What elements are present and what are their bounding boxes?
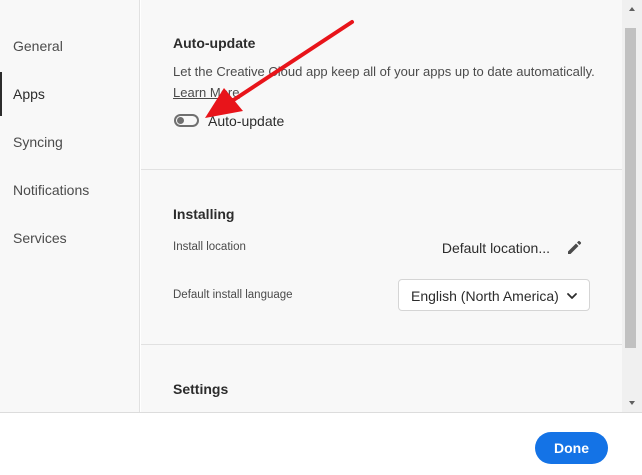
scrollbar-thumb[interactable] xyxy=(625,28,636,348)
install-location-label: Install location xyxy=(173,241,246,253)
sidebar-item-syncing[interactable]: Syncing xyxy=(0,120,139,164)
edit-location-button[interactable] xyxy=(564,237,584,257)
sidebar-item-label: General xyxy=(13,38,63,54)
install-language-dropdown[interactable]: English (North America) xyxy=(398,279,590,311)
sidebar-item-label: Notifications xyxy=(13,182,90,198)
installing-title: Installing xyxy=(173,206,235,222)
install-location-value: Default location... xyxy=(441,240,550,256)
auto-update-title: Auto-update xyxy=(173,35,256,51)
sidebar-nav: General Apps Syncing Notifications Servi… xyxy=(0,0,140,412)
install-language-value: English (North America) xyxy=(411,288,559,304)
sidebar-item-label: Apps xyxy=(13,86,45,102)
learn-more-link[interactable]: Learn More xyxy=(173,85,239,100)
auto-update-section: Auto-update Let the Creative Cloud app k… xyxy=(141,0,622,170)
sidebar-item-general[interactable]: General xyxy=(0,24,139,68)
sidebar-item-apps[interactable]: Apps xyxy=(0,72,139,116)
default-language-label: Default install language xyxy=(173,289,293,301)
auto-update-toggle-label: Auto-update xyxy=(208,113,285,129)
settings-title: Settings xyxy=(173,381,229,397)
toggle-knob xyxy=(177,117,184,124)
dialog-footer: Done xyxy=(0,412,642,475)
done-button[interactable]: Done xyxy=(535,432,608,464)
auto-update-description: Let the Creative Cloud app keep all of y… xyxy=(173,64,595,79)
chevron-down-icon xyxy=(567,293,577,299)
sidebar-item-label: Syncing xyxy=(13,134,63,150)
sidebar-item-label: Services xyxy=(13,230,67,246)
pencil-icon xyxy=(568,240,582,254)
auto-update-toggle[interactable] xyxy=(174,114,199,127)
scroll-down-arrow-icon[interactable] xyxy=(627,398,637,408)
settings-section: Settings xyxy=(141,345,622,412)
sidebar-item-notifications[interactable]: Notifications xyxy=(0,168,139,212)
installing-section: Installing Install location Default loca… xyxy=(141,170,622,345)
vertical-scrollbar[interactable] xyxy=(622,0,642,412)
sidebar-item-services[interactable]: Services xyxy=(0,216,139,260)
preferences-window: General Apps Syncing Notifications Servi… xyxy=(0,0,642,475)
scroll-up-arrow-icon[interactable] xyxy=(627,4,637,14)
apps-settings-panel: Auto-update Let the Creative Cloud app k… xyxy=(141,0,622,412)
